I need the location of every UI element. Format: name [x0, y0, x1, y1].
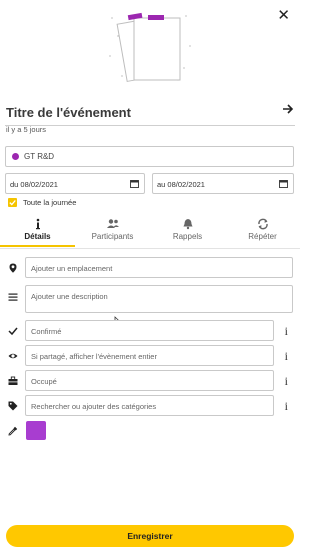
end-date-value: au 08/02/2021	[157, 180, 205, 189]
location-pin-icon	[9, 263, 17, 273]
close-icon[interactable]: ✕	[277, 8, 290, 23]
arrow-right-icon[interactable]	[281, 102, 295, 116]
all-day-checkbox[interactable]	[8, 198, 17, 207]
color-swatch-button[interactable]	[26, 421, 46, 440]
categories-placeholder: Rechercher ou ajouter des catégories	[31, 402, 157, 411]
tab-reminders[interactable]: Rappels	[150, 214, 225, 247]
bell-icon	[150, 218, 225, 232]
description-placeholder: Ajouter une description	[31, 292, 108, 301]
availability-value: Occupé	[31, 377, 57, 386]
categories-info-icon[interactable]: i	[285, 399, 288, 414]
calendar-icon[interactable]	[279, 179, 288, 188]
categories-input[interactable]: Rechercher ou ajouter des catégories	[25, 395, 274, 416]
eyedropper-icon	[8, 426, 18, 436]
tab-participants[interactable]: Participants	[75, 214, 150, 247]
location-input[interactable]: Ajouter un emplacement	[25, 257, 293, 278]
event-title-text: Titre de l'événement	[6, 105, 131, 120]
active-tab-indicator	[0, 245, 75, 247]
save-button[interactable]: Enregistrer	[6, 525, 294, 547]
briefcase-icon	[8, 376, 18, 385]
calendar-icon[interactable]	[130, 179, 139, 188]
clipboard-illustration	[109, 12, 191, 82]
tab-repeat-label: Répéter	[248, 232, 277, 241]
relative-time: il y a 5 jours	[6, 125, 47, 134]
all-day-label: Toute la journée	[23, 198, 77, 207]
availability-info-icon[interactable]: i	[285, 374, 288, 389]
eye-icon	[8, 353, 18, 359]
people-icon	[75, 218, 150, 232]
status-info-icon[interactable]: i	[285, 324, 288, 339]
end-date-field[interactable]: au 08/02/2021	[152, 173, 294, 194]
status-select[interactable]: Confirmé	[25, 320, 274, 341]
visibility-info-icon[interactable]: i	[285, 349, 288, 364]
description-input[interactable]: Ajouter une description	[25, 285, 293, 313]
availability-select[interactable]: Occupé	[25, 370, 274, 391]
visibility-value: Si partagé, afficher l'évènement entier	[31, 352, 157, 361]
event-title-field[interactable]: Titre de l'événement	[5, 100, 295, 126]
calendar-name: GT R&D	[24, 152, 55, 161]
description-lines-icon	[8, 293, 18, 301]
checkmark-icon	[9, 200, 16, 206]
tab-reminders-label: Rappels	[172, 232, 203, 241]
location-placeholder: Ajouter un emplacement	[31, 264, 113, 273]
tab-participants-label: Participants	[91, 232, 134, 241]
status-value: Confirmé	[31, 327, 62, 336]
info-icon	[0, 218, 75, 232]
tab-details-label: Détails	[24, 232, 51, 241]
tab-bar: Détails Participants Rappels Répéter	[0, 214, 300, 249]
tab-repeat[interactable]: Répéter	[225, 214, 300, 247]
start-date-field[interactable]: du 08/02/2021	[5, 173, 145, 194]
calendar-select[interactable]: GT R&D	[5, 146, 294, 167]
calendar-color-dot	[12, 153, 19, 160]
tag-icon	[8, 401, 18, 411]
visibility-select[interactable]: Si partagé, afficher l'évènement entier	[25, 345, 274, 366]
repeat-icon	[225, 218, 300, 232]
tab-details[interactable]: Détails	[0, 214, 75, 247]
checkmark-icon	[8, 327, 18, 336]
start-date-value: du 08/02/2021	[10, 180, 58, 189]
